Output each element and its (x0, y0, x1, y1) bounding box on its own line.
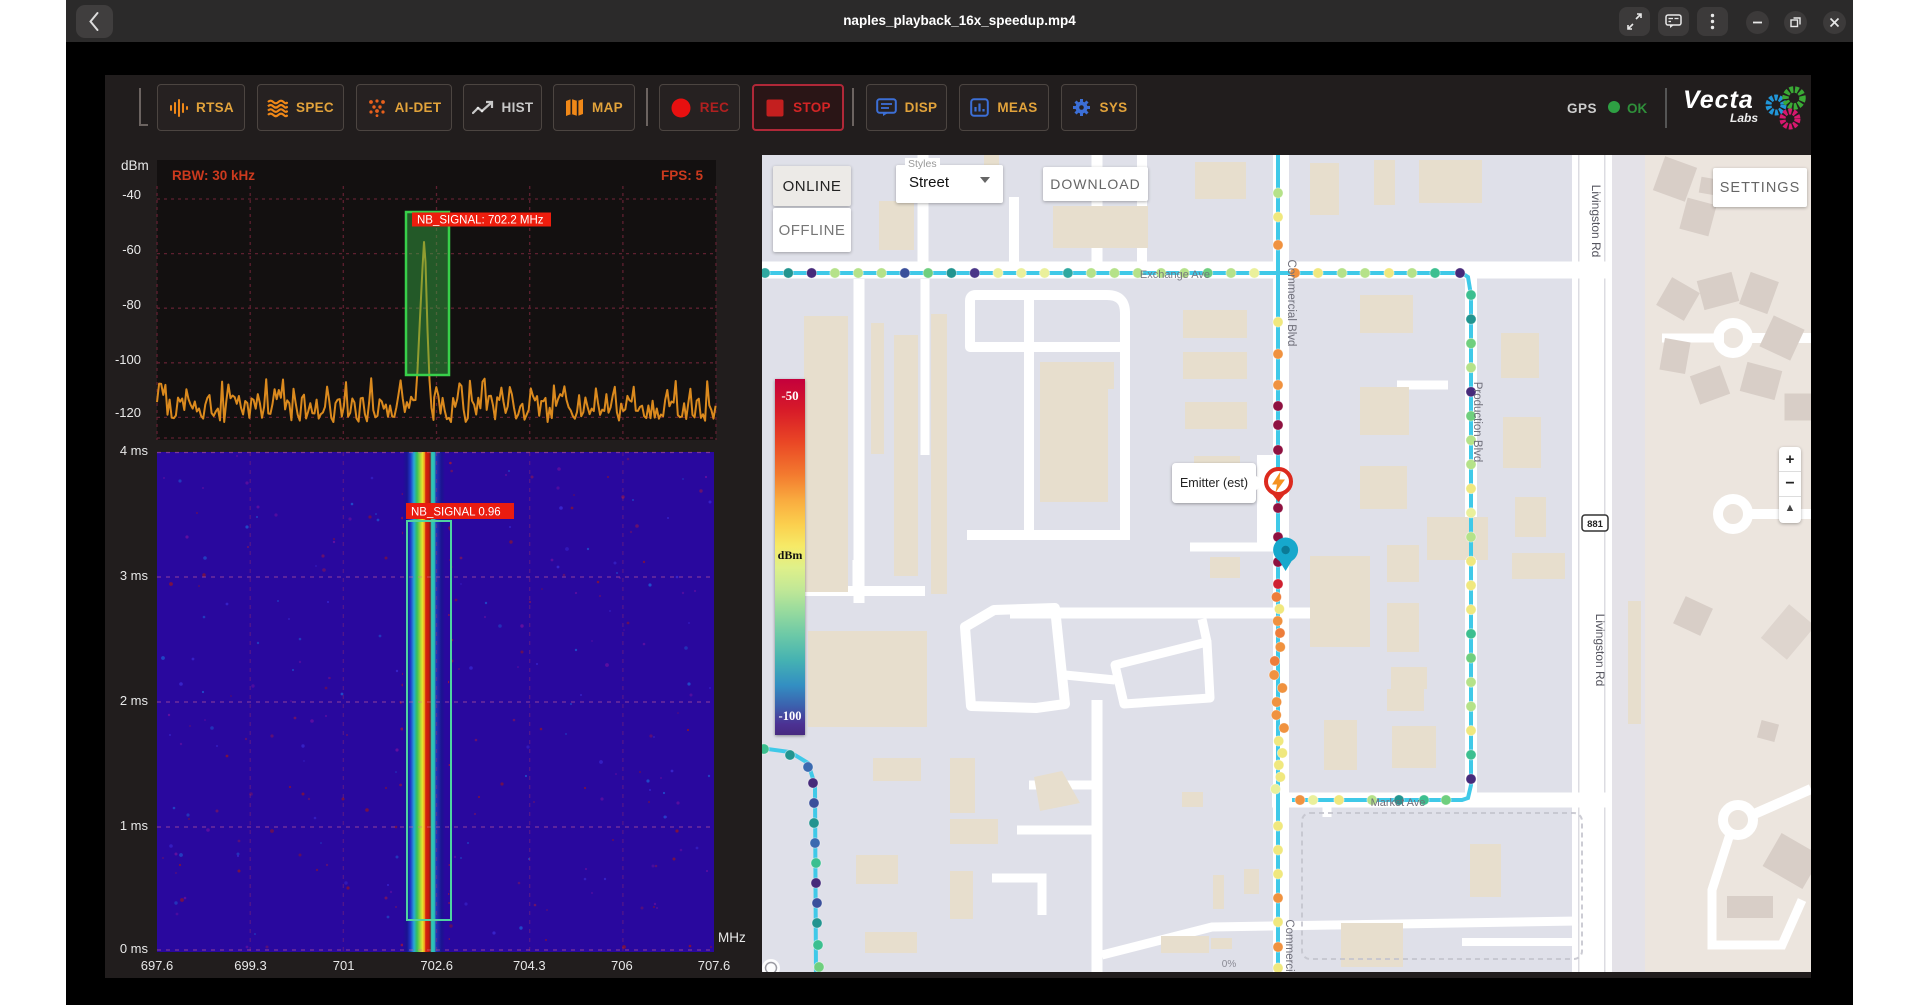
svg-text:0%: 0% (1222, 959, 1237, 970)
svg-text:Emitter (est): Emitter (est) (1180, 476, 1248, 490)
svg-text:Livingston Rd: Livingston Rd (1593, 614, 1607, 687)
svg-text:Commercial: Commercial (1283, 919, 1295, 972)
svg-text:Commercial Blvd: Commercial Blvd (1285, 260, 1297, 347)
svg-text:881: 881 (1587, 519, 1604, 530)
svg-text:Production Blvd: Production Blvd (1471, 382, 1483, 463)
svg-text:Market Ave: Market Ave (1371, 797, 1426, 809)
svg-text:Exchange Ave: Exchange Ave (1140, 269, 1210, 281)
svg-text:Livingston Rd: Livingston Rd (1589, 185, 1603, 258)
